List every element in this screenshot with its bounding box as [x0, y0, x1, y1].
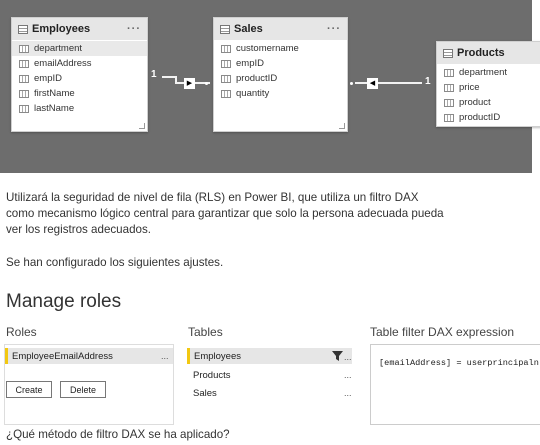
table-more-options-icon[interactable]: ...: [344, 352, 352, 362]
relationship-line[interactable]: [390, 82, 422, 84]
table-icon: [220, 24, 230, 34]
field-icon: [444, 98, 454, 107]
manage-roles-title: Manage roles: [6, 291, 122, 312]
employees-table-card[interactable]: Employees ··· department emailAddress em…: [11, 17, 148, 132]
field-lastname[interactable]: lastName: [12, 101, 147, 116]
tables-label: Tables: [188, 325, 223, 339]
field-icon: [221, 44, 231, 53]
employees-table-header: Employees ···: [12, 18, 147, 40]
field-empid[interactable]: empID: [12, 71, 147, 86]
cardinality-many-icon: [205, 82, 208, 85]
field-icon: [444, 68, 454, 77]
cardinality-one-label: 1: [151, 69, 157, 80]
roles-label: Roles: [6, 325, 37, 339]
role-item-employeeemailaddress[interactable]: EmployeeEmailAddress: [5, 348, 173, 364]
field-icon: [19, 104, 29, 113]
field-quantity[interactable]: quantity: [214, 86, 347, 101]
table-item-label: Employees: [194, 350, 241, 362]
cardinality-one-label: 1: [425, 76, 431, 87]
field-department[interactable]: department: [437, 65, 540, 80]
sales-table-card[interactable]: Sales ··· customername empID productID q…: [213, 17, 348, 132]
field-icon: [221, 74, 231, 83]
field-empid[interactable]: empID: [214, 56, 347, 71]
settings-paragraph: Se han configurado los siguientes ajuste…: [6, 256, 224, 269]
field-icon: [19, 89, 29, 98]
field-productid[interactable]: productID: [437, 110, 540, 125]
field-department[interactable]: department: [12, 41, 147, 56]
field-customername[interactable]: customername: [214, 41, 347, 56]
relationship-line[interactable]: [162, 76, 176, 78]
products-table-title: Products: [457, 47, 505, 59]
resize-handle[interactable]: [339, 123, 345, 129]
cardinality-many-icon: [350, 82, 353, 85]
dax-expression-text: [emailAddress] = userprincipaln: [379, 358, 539, 368]
sales-table-title: Sales: [234, 23, 263, 35]
more-options-icon[interactable]: ···: [327, 23, 341, 35]
field-icon: [221, 89, 231, 98]
role-more-options-icon[interactable]: ...: [161, 351, 169, 361]
filter-icon: [332, 351, 343, 361]
field-icon: [444, 113, 454, 122]
filter-expression-label: Table filter DAX expression: [370, 325, 515, 339]
filter-direction-right-icon: ▶: [184, 78, 195, 89]
table-item-sales[interactable]: Sales: [193, 388, 217, 399]
create-button[interactable]: Create: [6, 381, 52, 398]
intro-paragraph: Utilizará la seguridad de nivel de fila …: [6, 191, 444, 236]
resize-handle[interactable]: [139, 123, 145, 129]
role-item-label: EmployeeEmailAddress: [12, 350, 113, 362]
employees-table-title: Employees: [32, 23, 91, 35]
dax-expression-editor[interactable]: [370, 344, 540, 425]
model-diagram: Employees ··· department emailAddress em…: [0, 0, 540, 173]
field-firstname[interactable]: firstName: [12, 86, 147, 101]
sales-table-header: Sales ···: [214, 18, 347, 40]
table-more-options-icon[interactable]: ...: [344, 388, 352, 398]
field-icon: [19, 74, 29, 83]
table-icon: [18, 24, 28, 34]
field-product[interactable]: product: [437, 95, 540, 110]
table-item-employees[interactable]: Employees: [187, 348, 352, 364]
field-productid[interactable]: productID: [214, 71, 347, 86]
table-item-products[interactable]: Products: [193, 370, 231, 381]
field-emailaddress[interactable]: emailAddress: [12, 56, 147, 71]
products-table-header: Products: [437, 42, 540, 64]
field-icon: [19, 59, 29, 68]
table-more-options-icon[interactable]: ...: [344, 370, 352, 380]
question-text: ¿Qué método de filtro DAX se ha aplicado…: [6, 428, 230, 441]
more-options-icon[interactable]: ···: [127, 23, 141, 35]
field-icon: [221, 59, 231, 68]
delete-button[interactable]: Delete: [60, 381, 106, 398]
products-table-card[interactable]: Products department price product produc…: [436, 41, 540, 127]
filter-direction-left-icon: ◀: [367, 78, 378, 89]
field-price[interactable]: price: [437, 80, 540, 95]
field-icon: [19, 44, 29, 53]
table-icon: [443, 48, 453, 58]
field-icon: [444, 83, 454, 92]
